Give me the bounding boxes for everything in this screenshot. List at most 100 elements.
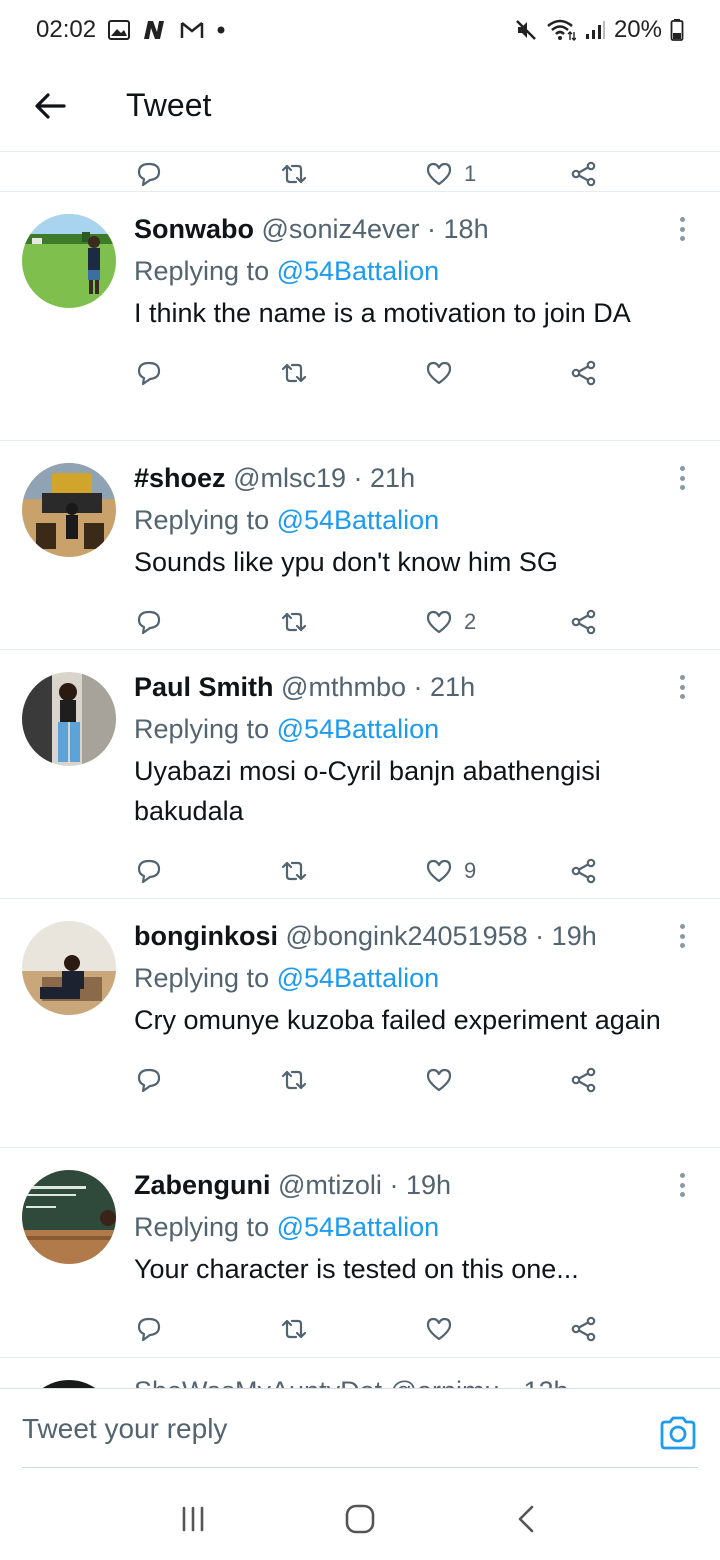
display-name[interactable]: #shoez bbox=[134, 463, 226, 493]
avatar[interactable] bbox=[22, 1380, 116, 1388]
separator: · bbox=[413, 672, 423, 702]
like-button[interactable]: 1 bbox=[424, 159, 569, 189]
recents-icon bbox=[183, 1506, 204, 1532]
status-time: 02:02 bbox=[36, 16, 97, 43]
share-button[interactable] bbox=[569, 1065, 609, 1095]
more-options-button[interactable] bbox=[672, 672, 692, 702]
comment-icon bbox=[137, 610, 161, 635]
comment-icon bbox=[137, 162, 161, 187]
retweet-button[interactable] bbox=[279, 1065, 424, 1095]
display-name[interactable]: bonginkosi bbox=[134, 921, 278, 951]
comment-icon bbox=[137, 859, 161, 884]
share-button[interactable] bbox=[569, 1314, 609, 1344]
avatar[interactable] bbox=[22, 921, 116, 1015]
reply-input[interactable]: Tweet your reply bbox=[22, 1413, 227, 1445]
tweet-item[interactable]: bonginkosi @bongink24051958 · 19h Replyi… bbox=[0, 899, 720, 1148]
share-icon bbox=[571, 1067, 596, 1093]
handle[interactable]: @mlsc19 bbox=[233, 463, 346, 493]
replying-label: Replying to bbox=[134, 714, 277, 744]
next-tweet-peek[interactable]: SheWasMyAuntyDot @ornimu · 12h bbox=[0, 1358, 720, 1388]
recent-apps-button[interactable] bbox=[163, 1489, 223, 1549]
replying-to: Replying to @54Battalion bbox=[134, 254, 674, 288]
tweet-text: Uyabazi mosi o-Cyril banjn abathengisi b… bbox=[134, 756, 601, 826]
mention-link[interactable]: @54Battalion bbox=[277, 1212, 440, 1242]
retweet-button[interactable] bbox=[279, 856, 424, 886]
timestamp: 21h bbox=[430, 672, 476, 702]
heart-icon bbox=[426, 1317, 452, 1341]
like-button[interactable] bbox=[424, 1314, 569, 1344]
battery-icon bbox=[670, 18, 684, 42]
like-count: 1 bbox=[464, 161, 477, 186]
reply-button[interactable] bbox=[134, 607, 279, 637]
reply-button[interactable] bbox=[134, 856, 279, 886]
camera-button[interactable] bbox=[658, 1413, 698, 1453]
like-button[interactable] bbox=[424, 358, 569, 388]
like-button[interactable]: 9 bbox=[424, 856, 569, 886]
more-options-button[interactable] bbox=[672, 463, 692, 493]
timestamp: 19h bbox=[551, 921, 597, 951]
n-icon bbox=[142, 20, 168, 40]
reply-feed: Sonwabo @soniz4ever · 18h Replying to @5… bbox=[0, 192, 720, 1358]
more-options-button[interactable] bbox=[672, 1170, 692, 1200]
tweet-item[interactable]: Paul Smith @mthmbo · 21h Replying to @54… bbox=[0, 650, 720, 899]
tweet-actions bbox=[134, 1050, 614, 1110]
heart-icon bbox=[426, 1068, 452, 1092]
reply-button[interactable] bbox=[134, 159, 279, 189]
back-button[interactable] bbox=[0, 60, 100, 152]
replying-label: Replying to bbox=[134, 1212, 277, 1242]
system-nav-bar bbox=[0, 1478, 720, 1560]
tweet-item[interactable]: Zabenguni @mtizoli · 19h Replying to @54… bbox=[0, 1148, 720, 1358]
avatar[interactable] bbox=[22, 214, 116, 308]
tweet-text: Sounds like ypu don't know him SG bbox=[134, 547, 558, 577]
separator: · bbox=[427, 214, 437, 244]
like-button[interactable]: 2 bbox=[424, 607, 569, 637]
reply-button[interactable] bbox=[134, 358, 279, 388]
more-options-button[interactable] bbox=[672, 214, 692, 244]
display-name[interactable]: Sonwabo bbox=[134, 214, 254, 244]
retweet-button[interactable] bbox=[279, 159, 424, 189]
avatar[interactable] bbox=[22, 463, 116, 557]
system-back-button[interactable] bbox=[497, 1489, 557, 1549]
tweet-item[interactable]: Sonwabo @soniz4ever · 18h Replying to @5… bbox=[0, 192, 720, 441]
home-button[interactable] bbox=[330, 1489, 390, 1549]
separator: · bbox=[389, 1170, 399, 1200]
display-name[interactable]: Paul Smith bbox=[134, 672, 274, 702]
separator: · bbox=[353, 463, 363, 493]
mention-link[interactable]: @54Battalion bbox=[277, 256, 440, 286]
mention-link[interactable]: @54Battalion bbox=[277, 505, 440, 535]
retweet-button[interactable] bbox=[279, 358, 424, 388]
handle[interactable]: @bongink24051958 bbox=[286, 921, 528, 951]
share-button[interactable] bbox=[569, 856, 609, 886]
tweet-header-line: Zabenguni @mtizoli · 19h bbox=[134, 1168, 674, 1202]
timestamp: 18h bbox=[443, 214, 489, 244]
tweet-item[interactable]: #shoez @mlsc19 · 21h Replying to @54Batt… bbox=[0, 441, 720, 650]
share-button[interactable] bbox=[569, 358, 609, 388]
like-button[interactable] bbox=[424, 1065, 569, 1095]
dot-icon bbox=[216, 25, 226, 35]
share-button[interactable] bbox=[569, 607, 609, 637]
share-button[interactable] bbox=[569, 159, 609, 189]
avatar[interactable] bbox=[22, 1170, 116, 1264]
share-icon bbox=[571, 161, 596, 187]
replying-to: Replying to @54Battalion bbox=[134, 961, 674, 995]
retweet-button[interactable] bbox=[279, 1314, 424, 1344]
replying-to: Replying to @54Battalion bbox=[134, 503, 674, 537]
handle[interactable]: @mtizoli bbox=[278, 1170, 382, 1200]
reply-button[interactable] bbox=[134, 1314, 279, 1344]
comment-icon bbox=[137, 1068, 161, 1093]
replying-label: Replying to bbox=[134, 963, 277, 993]
handle[interactable]: @mthmbo bbox=[281, 672, 406, 702]
more-options-button[interactable] bbox=[672, 921, 692, 951]
mention-link[interactable]: @54Battalion bbox=[277, 714, 440, 744]
status-bar: 02:02 20% bbox=[0, 0, 720, 60]
handle[interactable]: @soniz4ever bbox=[262, 214, 420, 244]
peek-tweet-header: SheWasMyAuntyDot @ornimu · 12h bbox=[134, 1376, 569, 1388]
reply-button[interactable] bbox=[134, 1065, 279, 1095]
retweet-icon bbox=[281, 612, 307, 632]
display-name[interactable]: Zabenguni bbox=[134, 1170, 271, 1200]
mention-link[interactable]: @54Battalion bbox=[277, 963, 440, 993]
tweet-header-line: bonginkosi @bongink24051958 · 19h bbox=[134, 919, 674, 953]
retweet-button[interactable] bbox=[279, 607, 424, 637]
reply-bar: Tweet your reply bbox=[0, 1388, 720, 1478]
avatar[interactable] bbox=[22, 672, 116, 766]
